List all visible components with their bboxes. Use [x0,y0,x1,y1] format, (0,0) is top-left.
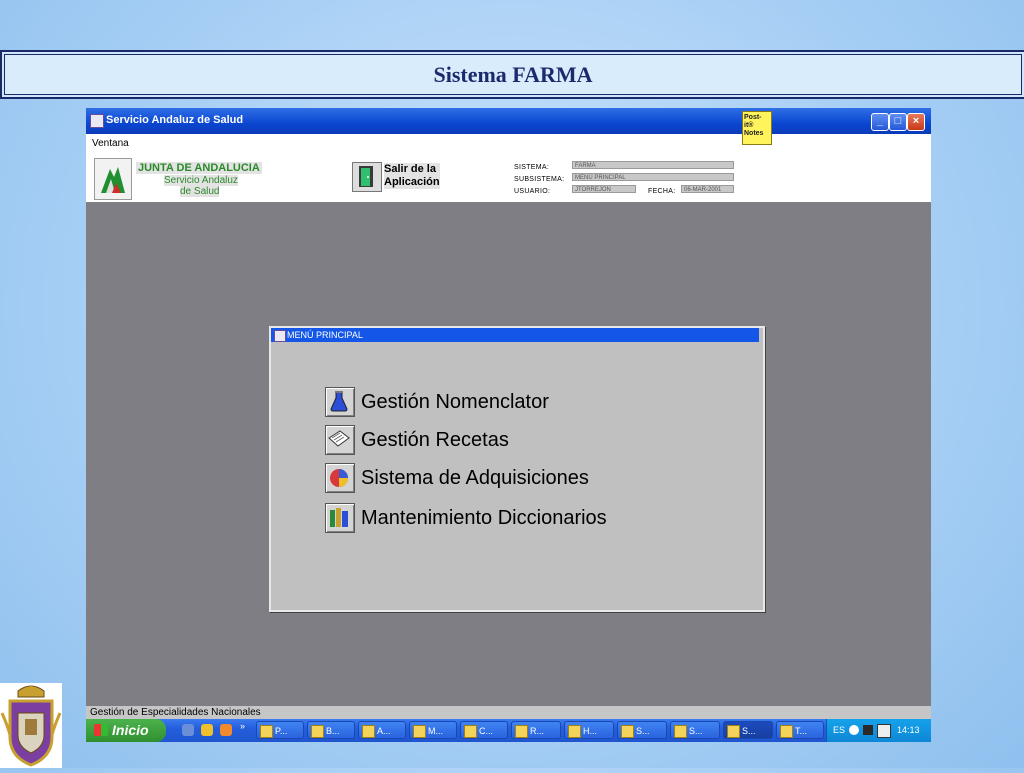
tray-app-icon[interactable] [849,725,859,735]
start-button[interactable]: Inicio [86,719,166,742]
start-label: Inicio [112,722,149,738]
menu-item-mantenimiento-diccionarios[interactable]: Mantenimiento Diccionarios [325,502,607,534]
quicklaunch-desktop-icon[interactable] [182,724,194,736]
menu-item-gestion-nomenclator[interactable]: Gestión Nomenclator [325,386,549,418]
task-button[interactable]: R... [511,721,561,739]
menu-item-label: Gestión Recetas [361,428,509,451]
dialog-title: MENÚ PRINCIPAL [287,330,363,340]
menu-item-label: Sistema de Adquisiciones [361,466,589,489]
task-button[interactable]: M... [409,721,457,739]
usuario-label: USUARIO: [514,188,551,195]
sas-line2: de Salud [180,186,220,197]
junta-logo-button[interactable] [94,158,132,200]
task-button[interactable]: S... [670,721,720,739]
app-header: Ventana JUNTA DE ANDALUCIA Servicio Anda… [86,134,931,202]
coat-of-arms-logo [0,683,62,768]
pie-chart-icon[interactable] [325,463,355,493]
status-bar: Gestión de Especialidades Nacionales [86,706,931,719]
system-tray: ES 14:13 [826,719,931,742]
junta-title: JUNTA DE ANDALUCIA [136,162,262,174]
postit-notes-icon[interactable]: Post-it® Notes [742,111,772,145]
fecha-field: 06-MAR-2001 [681,185,734,193]
task-button[interactable]: P... [256,721,304,739]
exit-label-line2: Aplicación [384,176,440,188]
task-button[interactable]: H... [564,721,614,739]
clock[interactable]: 14:13 [897,719,920,742]
quicklaunch-browser-icon[interactable] [201,724,213,736]
maximize-button[interactable]: □ [889,113,907,131]
coat-of-arms-icon [0,685,62,767]
app-icon [90,114,104,128]
exit-button[interactable] [352,162,382,192]
sistema-label: SISTEMA: [514,164,550,171]
fecha-label: FECHA: [648,188,676,195]
task-button[interactable]: S... [617,721,667,739]
language-indicator[interactable]: ES [833,719,845,742]
main-menu-dialog: MENÚ PRINCIPAL Gestión Nomenclator Gesti… [269,326,765,612]
task-button-active[interactable]: S... [723,721,773,739]
prescription-icon[interactable] [325,425,355,455]
close-button[interactable]: × [907,113,925,131]
sistema-field: FARMA [572,161,734,169]
menu-item-sistema-adquisiciones[interactable]: Sistema de Adquisiciones [325,462,589,494]
flask-icon[interactable] [325,387,355,417]
menu-item-label: Gestión Nomenclator [361,390,549,413]
dialog-titlebar: MENÚ PRINCIPAL [271,328,759,342]
tray-volume-icon[interactable] [877,724,891,738]
task-button[interactable]: T... [776,721,824,739]
subsistema-field: MENÚ PRINCIPAL [572,173,734,181]
books-icon[interactable] [325,503,355,533]
minimize-button[interactable]: _ [871,113,889,131]
exit-label-line1: Salir de la [384,163,436,175]
usuario-field: JTORREJON [572,185,636,193]
task-button[interactable]: C... [460,721,508,739]
menu-item-gestion-recetas[interactable]: Gestión Recetas [325,424,509,456]
task-button[interactable]: B... [307,721,355,739]
tray-network-icon[interactable] [863,725,873,735]
menu-ventana[interactable]: Ventana [92,138,129,149]
sas-line1: Servicio Andaluz [164,175,238,186]
window-titlebar: Servicio Andaluz de Salud _ □ × [86,108,931,134]
taskbar: Inicio » P... B... A... M... C... R... H… [86,719,931,742]
door-exit-icon [359,166,373,187]
junta-logo-icon [101,167,125,193]
subsistema-label: SUBSISTEMA: [514,176,565,183]
menu-item-label: Mantenimiento Diccionarios [361,506,607,529]
quicklaunch-media-icon[interactable] [220,724,232,736]
quicklaunch-chevron[interactable]: » [240,721,245,731]
dialog-app-icon [274,330,286,342]
application-screenshot: Servicio Andaluz de Salud _ □ × Post-it®… [86,108,931,742]
windows-flag-icon [94,724,108,736]
window-title: Servicio Andaluz de Salud [106,114,244,126]
task-button[interactable]: A... [358,721,406,739]
exit-label[interactable]: Salir de la Aplicación [384,163,440,189]
slide-title: Sistema FARMA [0,50,1024,99]
